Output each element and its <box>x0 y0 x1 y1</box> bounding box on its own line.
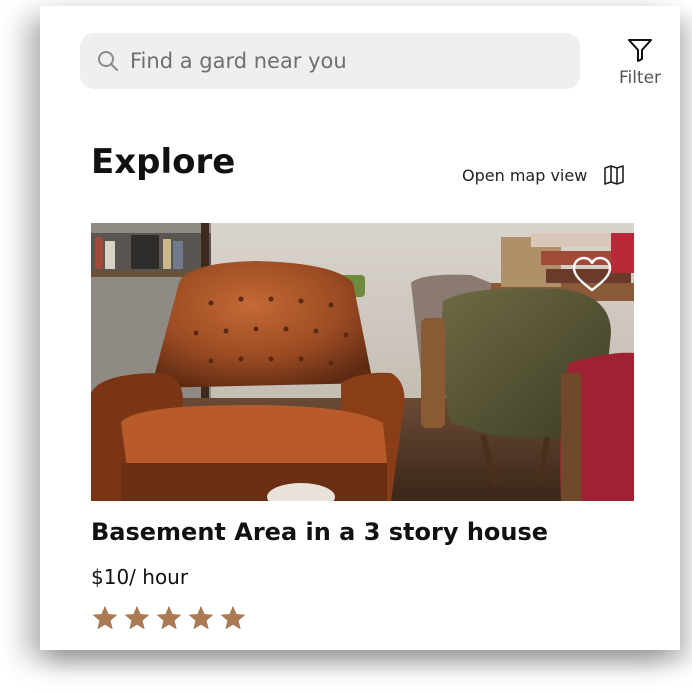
filter-icon <box>628 39 652 62</box>
star-icon <box>188 605 214 630</box>
search-input[interactable] <box>130 49 530 73</box>
star-icon <box>220 605 246 630</box>
listing-title[interactable]: Basement Area in a 3 story house <box>91 518 548 546</box>
map-icon <box>604 165 625 185</box>
armchair-photo-illustration <box>91 223 634 501</box>
rating-stars <box>91 604 247 632</box>
listing-photo[interactable] <box>91 223 634 501</box>
filter-label: Filter <box>618 68 662 88</box>
open-map-view-button[interactable]: Open map view <box>462 162 625 188</box>
listing-price: $10/ hour <box>91 565 189 589</box>
star-icon <box>92 605 118 630</box>
map-view-label: Open map view <box>462 165 588 185</box>
favorite-heart-icon[interactable] <box>572 256 612 294</box>
star-icon <box>156 605 182 630</box>
search-bar[interactable] <box>80 33 580 89</box>
filter-button[interactable]: Filter <box>614 36 666 96</box>
app-screen: Filter Explore Open map view <box>40 6 680 650</box>
star-icon <box>124 605 150 630</box>
search-icon <box>98 51 118 71</box>
page-title: Explore <box>91 142 236 182</box>
